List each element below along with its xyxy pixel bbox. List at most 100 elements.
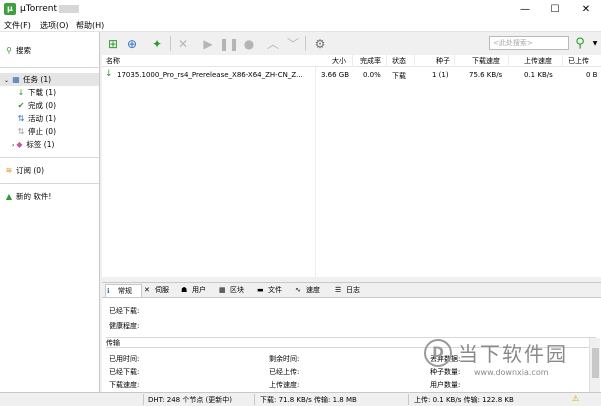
menu-help[interactable]: 帮助(H): [76, 20, 104, 31]
torrent-size: 3.66 GB: [321, 71, 350, 79]
torrent-status: 下载: [392, 72, 406, 80]
app-store-icon: ▲: [5, 192, 13, 201]
preferences-icon[interactable]: ⚙: [311, 35, 329, 53]
sort-caret-icon: ^: [206, 55, 212, 59]
uploaded-label: 已经上传:: [269, 368, 300, 376]
sidebar-item-torrents[interactable]: ⌄ ▦ 任务 (1): [0, 73, 99, 86]
speed-graph-icon: ∿: [295, 286, 301, 294]
column-down-speed[interactable]: 下载速度: [472, 56, 500, 66]
tab-pieces[interactable]: ▦ 区块: [218, 284, 254, 297]
detail-scrollbar[interactable]: [589, 338, 600, 392]
move-up-icon[interactable]: ︿: [264, 35, 282, 53]
remaining-label: 剩余时间:: [269, 355, 300, 363]
column-separator: [414, 55, 415, 67]
down-speed-label: 下载速度:: [109, 381, 140, 389]
sidebar-item-downloading[interactable]: ↓ 下载 (1): [4, 86, 96, 99]
create-torrent-icon[interactable]: ✦: [148, 35, 166, 53]
add-torrent-icon[interactable]: ⊞: [104, 35, 122, 53]
column-separator: [454, 55, 455, 67]
status-dht: DHT: 248 个节点 (更新中): [148, 396, 233, 404]
tab-speed[interactable]: ∿ 速度: [294, 284, 330, 297]
active-arrows-icon: ⇅: [17, 114, 25, 123]
sidebar: ⚲ 搜索 ⌄ ▦ 任务 (1) ↓ 下载 (1) ✔ 完成 (0) ⇅ 活动 (1) ⇅ 停止…: [0, 32, 100, 392]
log-icon: ☰: [335, 286, 342, 294]
toolbar: ⊞ ⊕ ✦ ✕ ▶ ❚❚ ● ︿ ﹀ ⚙ <此处搜索> ⚲ ▼: [101, 32, 601, 55]
availability-label: 健康程度:: [109, 322, 140, 330]
watermark-url: www.downxia.com: [474, 368, 549, 377]
status-bar: DHT: 248 个节点 (更新中) 下载: 71.8 KB/s 传输: 1.8…: [0, 392, 601, 406]
sidebar-item-completed[interactable]: ✔ 完成 (0): [4, 99, 96, 112]
sidebar-divider: [0, 157, 99, 158]
column-separator: [562, 55, 563, 67]
torrent-uploaded: 0 B: [586, 71, 598, 79]
time-elapsed-label: 已用时间:: [109, 355, 140, 363]
torrent-list: 名称 ^ 大小 完成率 状态 种子 下载速度 上传速度 已上传 ↓ 17035.…: [102, 55, 601, 277]
chevron-down-icon[interactable]: ▼: [586, 35, 601, 53]
column-status[interactable]: 状态: [392, 56, 406, 66]
stop-icon[interactable]: ●: [240, 35, 258, 53]
torrent-done: 0.0%: [363, 71, 381, 79]
sidebar-item-feeds[interactable]: ≋ 订阅 (0): [4, 164, 96, 177]
check-icon: ✔: [17, 101, 25, 110]
menu-options[interactable]: 选项(O): [40, 20, 69, 31]
up-speed-label: 上传速度:: [269, 381, 300, 389]
menu-file[interactable]: 文件(F): [4, 20, 31, 31]
torrent-seeds: 1 (1): [432, 71, 449, 79]
title-bar: µ µTorrent — ☐ ✕: [0, 0, 601, 19]
column-up-speed[interactable]: 上传速度: [524, 56, 552, 66]
column-seeds[interactable]: 种子: [436, 56, 450, 66]
column-done[interactable]: 完成率: [360, 56, 381, 66]
column-separator: [352, 55, 353, 67]
column-divider: [315, 67, 316, 277]
trackers-icon: ✕: [144, 286, 150, 294]
utorrent-logo-icon: µ: [4, 3, 16, 15]
tab-trackers[interactable]: ✕ 伺服: [143, 284, 179, 297]
pause-icon[interactable]: ❚❚: [219, 35, 239, 53]
sidebar-divider: [0, 67, 99, 68]
window-title: µTorrent: [20, 4, 80, 14]
watermark-logo-icon: D: [424, 339, 452, 367]
search-input[interactable]: <此处搜索>: [489, 36, 569, 50]
label-icon: ◆: [16, 140, 23, 149]
status-divider: [408, 394, 409, 405]
sidebar-divider: [0, 183, 99, 184]
remove-icon[interactable]: ✕: [174, 35, 192, 53]
sidebar-item-labels[interactable]: › ◆ 标签 (1): [4, 138, 96, 151]
download-arrow-icon: ↓: [17, 88, 25, 97]
column-separator: [508, 55, 509, 67]
close-button[interactable]: ✕: [571, 0, 601, 19]
column-name[interactable]: 名称: [106, 56, 120, 66]
info-icon: ℹ: [107, 287, 110, 295]
status-download: 下载: 71.8 KB/s 传输: 1.8 MB: [260, 396, 357, 404]
start-icon[interactable]: ▶: [199, 35, 217, 53]
column-size[interactable]: 大小: [332, 56, 346, 66]
sidebar-item-active[interactable]: ⇅ 活动 (1): [4, 112, 96, 125]
sidebar-item-inactive[interactable]: ⇅ 停止 (0): [4, 125, 96, 138]
watermark: D 当下软件园 www.downxia.com: [424, 337, 584, 387]
downloaded-total-label: 已经下载:: [109, 368, 140, 376]
torrent-list-header: 名称 ^ 大小 完成率 状态 种子 下载速度 上传速度 已上传: [102, 55, 601, 67]
detail-tabs: ℹ 常规 ✕ 伺服 ☗ 用户 ▦ 区块 ▬ 文件 ∿ 速度 ☰ 日志: [102, 282, 601, 298]
tab-files[interactable]: ▬ 文件: [256, 284, 292, 297]
scrollbar-thumb[interactable]: [592, 348, 599, 378]
column-uploaded[interactable]: 已上传: [568, 56, 589, 66]
minimize-button[interactable]: —: [510, 0, 540, 19]
menu-bar: 文件(F) 选项(O) 帮助(H): [0, 19, 601, 32]
redacted-title-mask: [59, 4, 80, 13]
download-arrow-icon: ↓: [105, 69, 113, 79]
warning-icon[interactable]: ⚠: [572, 394, 579, 403]
status-upload: 上传: 0.1 KB/s 传输: 122.8 KB: [414, 396, 514, 404]
sidebar-item-new-software[interactable]: ▲ 新的 软件!: [4, 190, 96, 203]
sidebar-item-search[interactable]: ⚲ 搜索: [4, 44, 96, 57]
maximize-button[interactable]: ☐: [540, 0, 570, 19]
column-separator: [386, 55, 387, 67]
toolbar-divider: [170, 36, 171, 51]
stopped-arrows-icon: ⇅: [17, 127, 25, 136]
tab-peers[interactable]: ☗ 用户: [180, 284, 216, 297]
move-down-icon[interactable]: ﹀: [284, 35, 302, 53]
watermark-title: 当下软件园: [458, 342, 568, 366]
add-url-icon[interactable]: ⊕: [123, 35, 141, 53]
tab-logger[interactable]: ☰ 日志: [334, 284, 370, 297]
torrent-up-speed: 0.1 KB/s: [524, 71, 553, 79]
tab-general[interactable]: ℹ 常规: [105, 284, 142, 297]
